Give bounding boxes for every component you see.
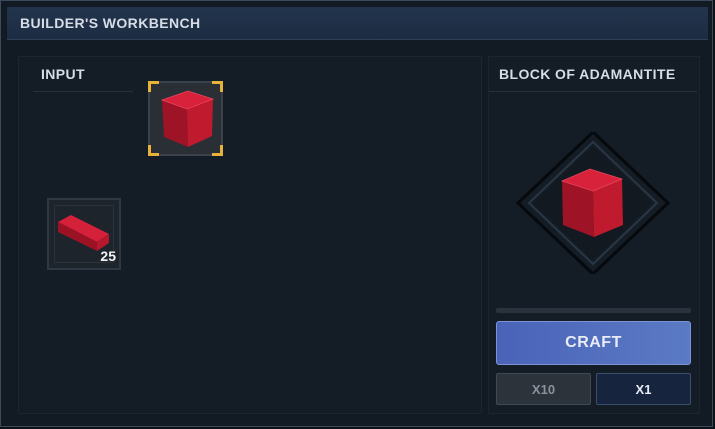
title-bar: BUILDER'S WORKBENCH (7, 7, 708, 40)
adamantite-block-icon (560, 168, 624, 237)
craft-button[interactable]: CRAFT (496, 321, 691, 365)
quantity-x1-button[interactable]: X1 (596, 373, 691, 405)
adamantite-block-icon (160, 90, 215, 147)
output-preview (515, 129, 671, 277)
input-divider (33, 91, 133, 92)
ingredient-slot[interactable]: 25 (47, 198, 121, 270)
output-divider (489, 91, 697, 92)
craft-progress-bar (496, 308, 691, 313)
selected-item-slot[interactable] (148, 81, 223, 156)
input-label: INPUT (41, 66, 85, 82)
window-title: BUILDER'S WORKBENCH (20, 15, 201, 31)
output-item-name: BLOCK OF ADAMANTITE (499, 66, 676, 82)
item-count: 25 (100, 248, 116, 264)
workbench-window: BUILDER'S WORKBENCH INPUT BLOCK OF ADAMA… (0, 0, 713, 427)
quantity-x10-button[interactable]: X10 (496, 373, 591, 405)
